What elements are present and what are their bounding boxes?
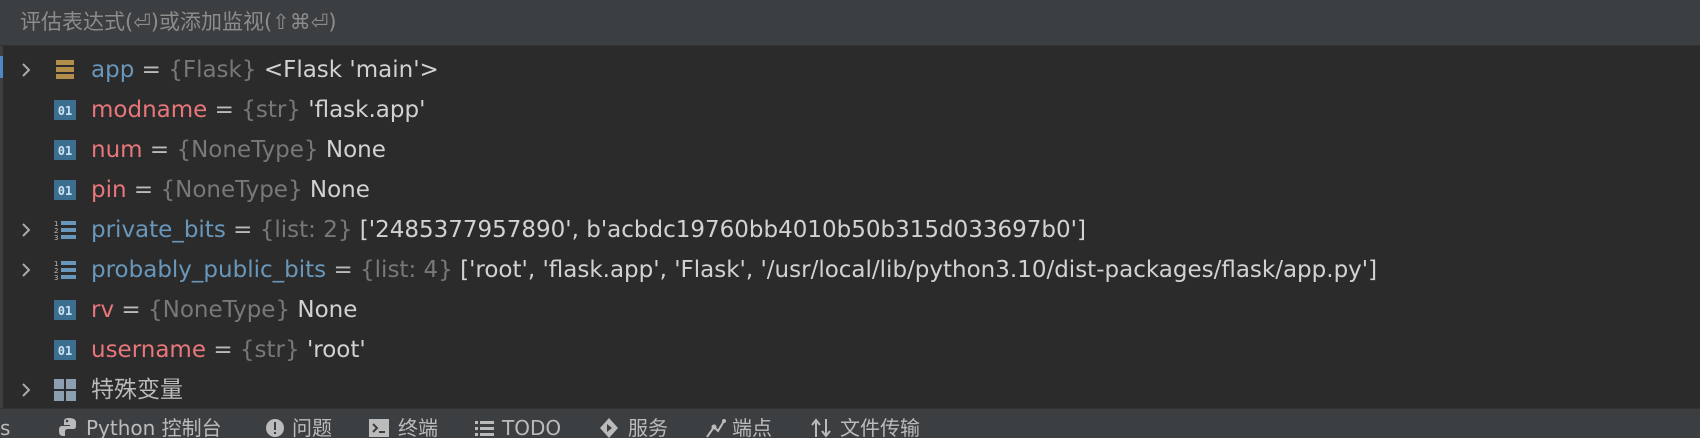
chevron-right-icon[interactable] <box>18 382 34 398</box>
variable-row-username[interactable]: 01 username = {str} 'root' <box>0 330 1700 370</box>
variable-row-private-bits[interactable]: 1 2 3 private_bits = {list: 2} ['2485377… <box>0 210 1700 250</box>
variable-name: username <box>91 337 206 363</box>
variable-row-pin[interactable]: 01 pin = {NoneType} None <box>0 170 1700 210</box>
variable-type: {str} <box>239 337 300 363</box>
variable-row-modname[interactable]: 01 modname = {str} 'flask.app' <box>0 90 1700 130</box>
variable-value: <Flask 'main'> <box>263 57 439 83</box>
equals-sign: = <box>141 57 161 83</box>
variables-tree: app = {Flask} <Flask 'main'> 01 modname … <box>0 50 1700 410</box>
file-transfer-icon <box>811 418 831 438</box>
equals-sign: = <box>149 137 170 163</box>
variable-type: {NoneType} <box>176 137 319 163</box>
primitive-icon: 01 <box>54 140 76 160</box>
equals-sign: = <box>333 257 353 283</box>
equals-sign: = <box>233 217 253 243</box>
variable-row-probably-public-bits[interactable]: 1 2 3 probably_public_bits = {list: 4} [… <box>0 250 1700 290</box>
variable-value: 'root' <box>306 337 366 363</box>
variable-value: ['2485377957890', b'acbdc19760bb4010b50b… <box>359 217 1086 243</box>
variable-name: private_bits <box>91 217 226 243</box>
equals-sign: = <box>121 297 141 323</box>
variable-name: modname <box>91 97 208 123</box>
evaluate-expression-input[interactable] <box>20 5 1680 39</box>
variable-type: {str} <box>241 97 301 123</box>
variable-type: {Flask} <box>168 57 257 83</box>
list-icon: 1 2 3 <box>54 260 76 282</box>
variable-row-num[interactable]: 01 num = {NoneType} None <box>0 130 1700 170</box>
svg-text:01: 01 <box>58 144 72 158</box>
variable-row-special-variables[interactable]: 特殊变量 <box>0 370 1700 410</box>
equals-sign: = <box>214 97 234 123</box>
variable-row-app[interactable]: app = {Flask} <Flask 'main'> <box>0 50 1700 90</box>
variable-value: 'flask.app' <box>308 97 426 123</box>
primitive-icon: 01 <box>54 300 76 320</box>
variable-name: 特殊变量 <box>91 377 183 403</box>
endpoints-icon <box>706 419 726 438</box>
svg-text:01: 01 <box>58 184 72 198</box>
svg-text:01: 01 <box>58 304 72 318</box>
variable-name: pin <box>91 177 127 203</box>
variable-type: {list: 2} <box>259 217 353 243</box>
grid-icon <box>54 379 76 401</box>
variable-value: None <box>309 177 370 203</box>
primitive-icon: 01 <box>54 180 76 200</box>
bottom-tool-window-bar: s Python 控制台 问题 终端 TODO 服务 端点 文件传输 <box>0 408 1700 438</box>
variable-name: rv <box>91 297 115 323</box>
variable-row-rv[interactable]: 01 rv = {NoneType} None <box>0 290 1700 330</box>
variable-name: num <box>91 137 143 163</box>
object-icon <box>56 60 74 79</box>
variable-value: None <box>297 297 358 323</box>
primitive-icon: 01 <box>54 340 76 360</box>
variable-value: ['root', 'flask.app', 'Flask', '/usr/loc… <box>460 257 1378 283</box>
evaluate-expression-bar <box>0 0 1700 46</box>
variable-value: None <box>325 137 386 163</box>
svg-text:01: 01 <box>58 104 72 118</box>
variable-type: {list: 4} <box>360 257 453 283</box>
svg-text:3: 3 <box>54 274 58 282</box>
chevron-right-icon[interactable] <box>18 222 34 238</box>
python-icon <box>59 418 76 436</box>
variable-type: {NoneType} <box>160 177 303 203</box>
equals-sign: = <box>213 337 233 363</box>
primitive-icon: 01 <box>54 100 76 120</box>
problems-icon <box>266 419 284 437</box>
equals-sign: = <box>133 177 154 203</box>
services-icon <box>600 418 618 438</box>
chevron-right-icon[interactable] <box>18 262 34 278</box>
terminal-icon <box>369 419 389 437</box>
svg-text:01: 01 <box>58 344 72 358</box>
todo-icon <box>475 421 494 436</box>
list-icon: 1 2 3 <box>54 220 76 242</box>
variable-type: {NoneType} <box>147 297 291 323</box>
variable-name: app <box>91 57 135 83</box>
svg-text:3: 3 <box>54 234 58 242</box>
chevron-right-icon[interactable] <box>18 62 34 78</box>
variable-name: probably_public_bits <box>91 257 327 283</box>
